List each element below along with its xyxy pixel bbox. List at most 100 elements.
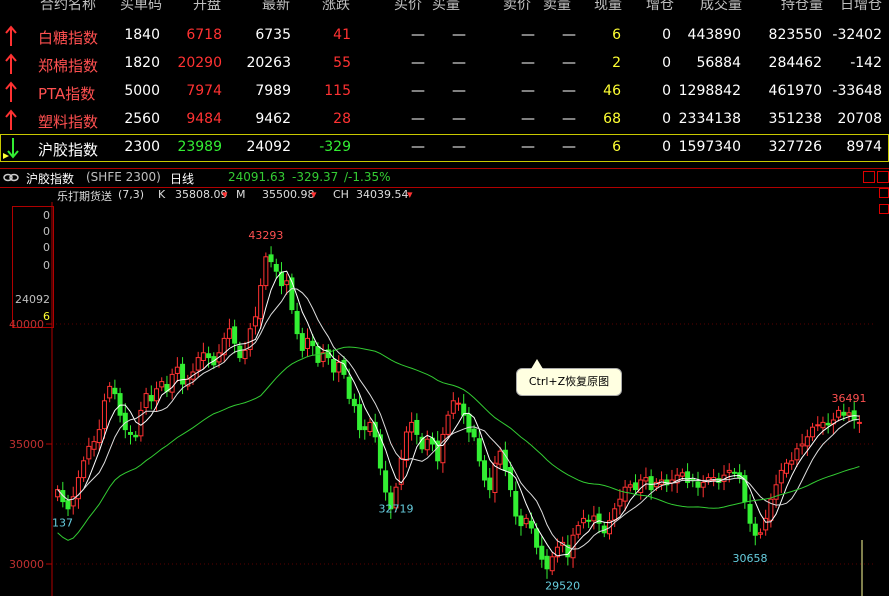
candlestick-chart[interactable]: 30000 35000 40000 43293 32719 29520 30658 36491…: [0, 168, 889, 596]
cell-bid-vol: —: [452, 83, 466, 99]
cell-cur-vol: 6: [612, 27, 621, 43]
cell-open: 7974: [186, 83, 222, 99]
candle: [544, 555, 550, 570]
candle: [591, 515, 597, 522]
col-last: 最新: [262, 0, 290, 13]
candle: [638, 479, 644, 493]
candle: [362, 426, 368, 431]
cell-volume: 1298842: [678, 83, 741, 99]
cell-ask: —: [521, 139, 535, 155]
candle: [65, 500, 71, 510]
candle: [440, 433, 446, 464]
candle: [846, 412, 852, 416]
candle: [336, 361, 342, 373]
quote-row[interactable]: PTA指数 5000 7974 7989 115 — — — — 46 0 1298842 461970…: [0, 78, 889, 106]
cell-change: 115: [324, 83, 351, 99]
candle: [627, 484, 633, 488]
candle: [101, 400, 107, 430]
arrow-up-icon: [5, 25, 17, 46]
cell-bid: —: [411, 111, 425, 127]
candle: [836, 409, 842, 418]
col-bid: 买价: [394, 0, 422, 13]
col-day-inc: 日增仓: [840, 0, 882, 13]
candle: [383, 470, 389, 493]
y-tick-label: 35000: [9, 438, 44, 451]
arrow-up-icon: [5, 109, 17, 130]
candle: [284, 280, 290, 286]
candle: [622, 486, 628, 502]
candle: [752, 523, 758, 536]
quote-row[interactable]: 郑棉指数 1820 20290 20263 55 — — — — 2 0 56884 284462 -14…: [0, 50, 889, 78]
candle: [648, 476, 654, 491]
cell-bid-vol: —: [452, 55, 466, 71]
candle: [643, 477, 649, 482]
cell-ask-vol: —: [562, 111, 576, 127]
cell-oi: 284462: [768, 55, 822, 71]
candle: [820, 421, 826, 429]
candle: [450, 400, 456, 414]
candle: [528, 520, 534, 529]
candle: [784, 462, 790, 474]
candle: [154, 388, 160, 402]
candle: [294, 311, 300, 335]
candle: [252, 316, 258, 327]
k-line: [57, 270, 860, 557]
candle: [731, 471, 737, 474]
candle: [268, 254, 274, 263]
candle: [357, 404, 363, 431]
col-cur-vol: 现量: [594, 0, 622, 13]
candle: [497, 450, 503, 465]
cell-inc: 0: [662, 83, 671, 99]
cell-day-inc: -142: [850, 55, 882, 71]
candle: [476, 438, 482, 462]
candle: [695, 481, 701, 488]
candle: [237, 345, 243, 359]
candle: [424, 438, 430, 451]
candle: [112, 387, 118, 395]
candle: [471, 428, 477, 438]
cell-cur-vol: 6: [612, 139, 621, 155]
col-open: 开盘: [193, 0, 221, 13]
candle: [726, 469, 732, 473]
quote-row[interactable]: 沪胶指数 2300 23989 24092 -329 — — — — 6 0 1597340 32772…: [0, 134, 889, 162]
candle: [409, 421, 415, 433]
candle: [133, 434, 139, 438]
cell-ask: —: [521, 55, 535, 71]
cell-oi: 823550: [768, 27, 822, 43]
cell-day-inc: 20708: [837, 111, 882, 127]
quote-row[interactable]: 白糖指数 1840 6718 6735 41 — — — — 6 0 443890 823550 -324…: [0, 22, 889, 50]
m-line: [57, 288, 860, 550]
chart-panel[interactable]: 沪胶指数 (SHFE 2300) 日线 24091.63 -329.37 /-1…: [0, 168, 889, 596]
candle: [242, 349, 248, 360]
cell-inc: 0: [662, 55, 671, 71]
candle: [508, 467, 514, 491]
candle: [273, 263, 279, 272]
candle: [482, 460, 488, 481]
price-annotation: 32719: [379, 503, 414, 516]
cell-name: PTA指数: [38, 85, 96, 103]
cell-last: 9462: [255, 111, 291, 127]
col-buy-code: 买单码: [120, 0, 162, 13]
price-annotation: 137: [52, 517, 73, 530]
candle: [794, 448, 800, 461]
cell-last: 6735: [255, 27, 291, 43]
candle: [331, 359, 337, 373]
candle: [778, 469, 784, 484]
candle: [810, 426, 816, 438]
candle: [263, 256, 269, 287]
price-annotation: 36491: [831, 392, 866, 405]
cell-change: -329: [319, 139, 351, 155]
candle: [143, 393, 149, 409]
cell-open: 9484: [186, 111, 222, 127]
candle: [586, 519, 592, 522]
cell-oi: 461970: [768, 83, 822, 99]
candle: [169, 373, 175, 393]
cell-bid: —: [411, 27, 425, 43]
quote-row[interactable]: 塑料指数 2560 9484 9462 28 — — — — 68 0 2334138 351238 20…: [0, 106, 889, 134]
candle: [575, 525, 581, 535]
cell-inc: 0: [662, 139, 671, 155]
candle: [174, 366, 180, 374]
candle: [195, 357, 201, 371]
candle: [757, 532, 763, 535]
candle: [633, 482, 639, 491]
